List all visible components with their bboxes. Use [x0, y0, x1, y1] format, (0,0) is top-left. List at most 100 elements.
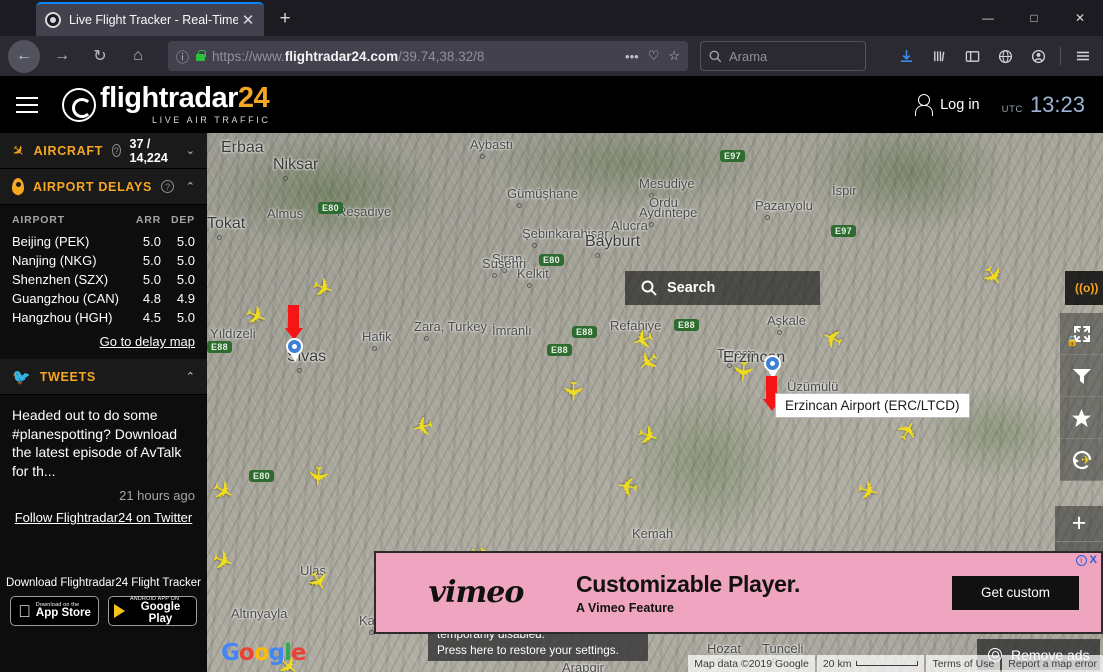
road-shield: E88 — [547, 344, 572, 356]
user-icon — [915, 94, 931, 115]
site-header: flightradar24 LIVE AIR TRAFFIC Log in UT… — [0, 76, 1103, 133]
advertisement-banner[interactable]: vimeo Customizable Player. A Vimeo Featu… — [374, 551, 1103, 634]
map-scale-label: 20 km — [823, 658, 852, 670]
tweet-text: Headed out to do some #planespotting? Do… — [12, 406, 195, 480]
map-city-dot — [424, 336, 429, 341]
address-bar[interactable]: ⓘ https://www.flightradar24.com/39.74,38… — [168, 41, 688, 71]
follow-twitter-link[interactable]: Follow Flightradar24 on Twitter — [15, 510, 193, 525]
chevron-up-icon[interactable]: ⌃ — [186, 370, 195, 383]
sidebar-icon[interactable] — [957, 41, 987, 71]
map-label: Gümüşhane — [507, 186, 578, 201]
airport-tooltip: Erzincan Airport (ERC/LTCD) — [775, 393, 970, 418]
table-row[interactable]: Beijing (PEK) 5.0 5.0 — [12, 232, 195, 251]
plane-icon: ✈ — [7, 140, 29, 162]
zoom-in-button[interactable]: + — [1055, 506, 1103, 542]
map-search-label: Search — [667, 280, 715, 296]
airport-name: Shenzhen (SZX) — [12, 270, 125, 289]
flightradar24-logo[interactable]: flightradar24 LIVE AIR TRAFFIC — [62, 84, 270, 125]
help-icon[interactable]: ? — [161, 180, 174, 193]
go-to-delay-map-link[interactable]: Go to delay map — [100, 334, 195, 349]
menu-icon[interactable] — [1068, 41, 1098, 71]
ad-close-icon[interactable]: X — [1090, 554, 1097, 566]
utc-label: UTC — [1002, 104, 1023, 115]
window-minimize-button[interactable]: — — [965, 0, 1011, 36]
map-view-dropdown[interactable]: ((o)) Map view (default) ⌄ — [1065, 271, 1103, 305]
ad-info-icon[interactable]: i — [1076, 555, 1087, 566]
road-shield: E97 — [831, 225, 856, 237]
window-maximize-button[interactable]: □ — [1011, 0, 1057, 36]
delay-map-link-wrap: Go to delay map — [12, 333, 195, 351]
road-shield: E97 — [720, 150, 745, 162]
back-icon[interactable]: ← — [8, 40, 40, 73]
google-play-badge[interactable]: ANDROID APP ON Google Play — [108, 596, 197, 626]
home-icon[interactable]: ⌂ — [122, 40, 154, 72]
map-city-dot — [283, 176, 288, 181]
arr-value: 5.0 — [125, 251, 161, 270]
svg-text:✈: ✈ — [1081, 453, 1091, 467]
app-store-badge[interactable]:  Download on the App Store — [10, 596, 99, 626]
table-row[interactable]: Shenzhen (SZX) 5.0 5.0 — [12, 270, 195, 289]
tweets-panel-header[interactable]: 🐦 TWEETS ⌃ — [0, 359, 207, 395]
airport-delays-title: AIRPORT DELAYS — [33, 180, 152, 194]
road-shield: E80 — [318, 202, 343, 214]
road-shield: E88 — [207, 341, 232, 353]
utc-clock: UTC 13:23 — [1002, 92, 1085, 118]
playback-icon[interactable]: ✈ — [1060, 439, 1103, 481]
pocket-icon[interactable]: ♡ — [648, 48, 660, 64]
help-icon[interactable]: ? — [112, 144, 120, 157]
chevron-down-icon[interactable]: ⌄ — [186, 144, 195, 157]
app-download-title: Download Flightradar24 Flight Tracker — [0, 577, 207, 589]
globe-icon[interactable] — [990, 41, 1020, 71]
aircraft-marker[interactable]: ✈ — [615, 471, 641, 500]
left-sidebar: ✈ AIRCRAFT ? 37 / 14,224 ⌄ AIRPORT DELAY… — [0, 133, 207, 672]
close-icon[interactable]: ✕ — [238, 10, 258, 30]
window-close-button[interactable]: ✕ — [1057, 0, 1103, 36]
map-label: Alucra — [611, 218, 648, 233]
browser-window: Live Flight Tracker - Real-Time ✕ + — □ … — [0, 0, 1103, 672]
report-map-error-link[interactable]: Report a map error — [1002, 655, 1103, 672]
login-button[interactable]: Log in — [915, 94, 980, 115]
star-icon[interactable] — [1060, 397, 1103, 439]
new-tab-button[interactable]: + — [272, 6, 298, 32]
page-actions-icon[interactable]: ••• — [625, 49, 639, 64]
aircraft-marker[interactable]: ✈ — [560, 380, 586, 402]
page-info-icon[interactable]: ⓘ — [176, 47, 189, 66]
twitter-icon: 🐦 — [12, 368, 31, 386]
terms-of-use-link[interactable]: Terms of Use — [926, 655, 1000, 672]
table-row[interactable]: Hangzhou (HGH) 4.5 5.0 — [12, 308, 195, 327]
logo-text-main: flightradar — [100, 82, 238, 114]
arr-value: 5.0 — [125, 232, 161, 251]
map-label: Hozat — [707, 641, 741, 656]
tab-strip: Live Flight Tracker - Real-Time ✕ + — □ … — [0, 0, 1103, 36]
arr-value: 4.5 — [125, 308, 161, 327]
ad-cta-button[interactable]: Get custom — [952, 576, 1079, 610]
blue-pin-marker-sivas[interactable] — [286, 338, 303, 361]
reload-icon[interactable]: ↻ — [84, 40, 116, 72]
toolbar-divider — [1060, 47, 1061, 65]
hamburger-icon[interactable] — [16, 97, 38, 113]
download-icon[interactable] — [891, 41, 921, 71]
account-icon[interactable] — [1023, 41, 1053, 71]
map-search-box[interactable]: Search — [625, 271, 820, 305]
fullscreen-icon[interactable]: 🔒 — [1060, 313, 1103, 355]
library-icon[interactable] — [924, 41, 954, 71]
aircraft-panel-header[interactable]: ✈ AIRCRAFT ? 37 / 14,224 ⌄ — [0, 133, 207, 169]
dep-value: 5.0 — [161, 251, 195, 270]
map-label: Kemah — [632, 526, 673, 541]
map-city-dot — [595, 253, 600, 258]
table-row[interactable]: Guangzhou (CAN) 4.8 4.9 — [12, 289, 195, 308]
chevron-up-icon[interactable]: ⌃ — [186, 180, 195, 193]
bookmark-star-icon[interactable]: ☆ — [668, 48, 680, 64]
lock-icon: 🔒 — [1066, 336, 1078, 347]
browser-search-box[interactable]: Arama — [700, 41, 866, 71]
blue-pin-marker-erzincan[interactable] — [764, 355, 781, 378]
table-row[interactable]: Nanjing (NKG) 5.0 5.0 — [12, 251, 195, 270]
aircraft-marker[interactable]: ✈ — [729, 359, 757, 383]
map-label: Tunceli — [762, 641, 803, 656]
aircraft-marker[interactable]: ✈ — [304, 464, 332, 488]
browser-tab[interactable]: Live Flight Tracker - Real-Time ✕ — [36, 2, 264, 36]
forward-icon[interactable]: → — [46, 40, 78, 72]
airport-delays-panel-header[interactable]: AIRPORT DELAYS ? ⌃ — [0, 169, 207, 205]
dep-value: 5.0 — [161, 232, 195, 251]
filter-icon[interactable] — [1060, 355, 1103, 397]
